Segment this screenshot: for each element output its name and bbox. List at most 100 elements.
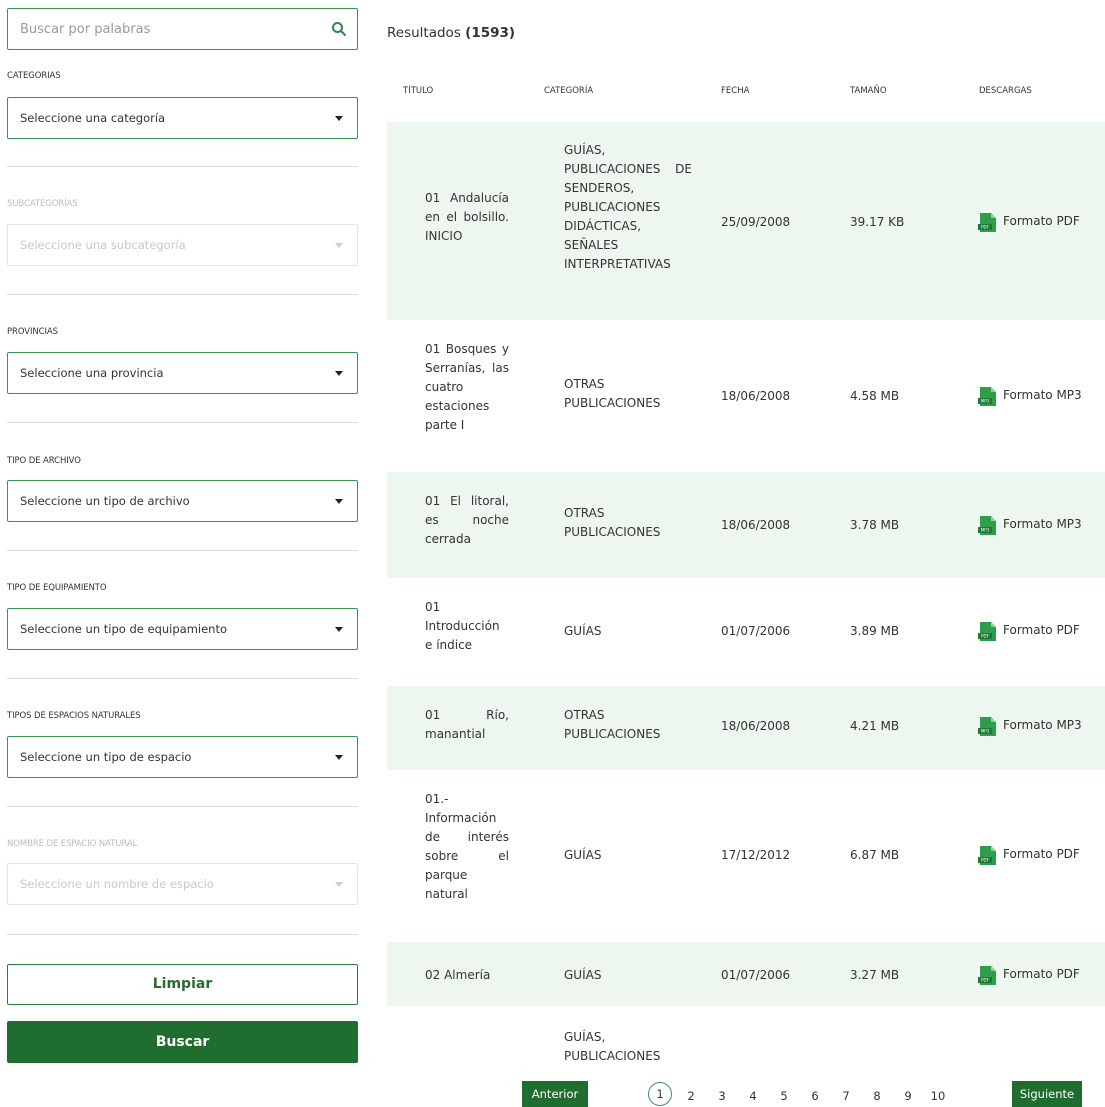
result-date: 01/07/2006 xyxy=(721,968,791,982)
svg-text:PDF: PDF xyxy=(981,634,989,639)
filter-label: TIPOS DE ESPACIOS NATURALES xyxy=(7,711,141,721)
subcategory-select: Seleccione una subcategoría xyxy=(7,224,358,266)
select-value: Seleccione una subcategoría xyxy=(20,238,186,252)
page-link[interactable]: 2 xyxy=(684,1089,698,1103)
page-link[interactable]: 3 xyxy=(715,1089,729,1103)
page-link[interactable]: 5 xyxy=(777,1089,791,1103)
clear-button[interactable]: Limpiar xyxy=(7,964,358,1005)
pdf-file-icon: PDF xyxy=(978,846,996,865)
select-value: Seleccione un nombre de espacio xyxy=(20,877,214,891)
svg-text:PDF: PDF xyxy=(981,858,989,863)
result-category: GUÍAS, PUBLICACIONES xyxy=(564,1030,661,1063)
select-value: Seleccione una categoría xyxy=(20,111,166,125)
table-row: GUÍAS, PUBLICACIONES xyxy=(387,1006,1105,1076)
download-link[interactable]: PDF Formato PDF xyxy=(978,620,1080,641)
download-link[interactable]: PDF Formato PDF xyxy=(978,844,1080,865)
filter-label: SUBCATEGORÍAS xyxy=(7,199,78,209)
result-title[interactable]: 01 Andalucía en el bolsillo. INICIO xyxy=(425,189,509,246)
filter-label: TIPO DE ARCHIVO xyxy=(7,456,81,466)
result-category: GUÍAS, PUBLICACIONES DE SENDEROS, PUBLIC… xyxy=(564,143,692,271)
page-link-current[interactable]: 1 xyxy=(648,1082,672,1106)
result-size: 4.58 MB xyxy=(850,389,900,403)
province-select[interactable]: Seleccione una provincia xyxy=(7,352,358,394)
page-link[interactable]: 10 xyxy=(929,1089,947,1103)
space-name-select: Seleccione un nombre de espacio xyxy=(7,863,358,905)
column-header-size[interactable]: TAMAÑO xyxy=(850,86,887,96)
filter-label: TIPO DE EQUIPAMIENTO xyxy=(7,583,107,593)
page-link[interactable]: 7 xyxy=(839,1089,853,1103)
select-value: Seleccione un tipo de equipamiento xyxy=(20,622,228,636)
column-header-category[interactable]: CATEGORÍA xyxy=(544,86,593,96)
download-link[interactable]: PDF Formato PDF xyxy=(978,964,1080,985)
divider xyxy=(7,806,358,807)
table-row: 01 Bosques y Serranías, las cuatro estac… xyxy=(387,320,1105,472)
page-link[interactable]: 8 xyxy=(870,1089,884,1103)
svg-text:MP3: MP3 xyxy=(981,528,990,533)
category-select[interactable]: Seleccione una categoría xyxy=(7,97,358,139)
column-header-title[interactable]: TÍTULO xyxy=(403,86,433,96)
result-title[interactable]: 01 Río, manantial xyxy=(425,706,509,744)
result-category: GUÍAS xyxy=(564,848,602,862)
download-link[interactable]: MP3 Formato MP3 xyxy=(978,715,1082,736)
result-size: 3.89 MB xyxy=(850,624,900,638)
result-title[interactable]: 01.- Información de interés sobre el par… xyxy=(425,790,509,904)
result-size: 39.17 KB xyxy=(850,215,905,229)
download-link[interactable]: PDF Formato PDF xyxy=(978,211,1080,232)
table-row: 01 El litoral, es noche cerrada OTRAS PU… xyxy=(387,472,1105,578)
results-label: Resultados xyxy=(387,25,461,41)
equipment-type-select[interactable]: Seleccione un tipo de equipamiento xyxy=(7,608,358,650)
column-header-downloads: DESCARGAS xyxy=(979,86,1032,96)
result-title[interactable]: 01 Bosques y Serranías, las cuatro estac… xyxy=(425,340,509,435)
search-icon[interactable] xyxy=(331,21,347,37)
page-link[interactable]: 4 xyxy=(746,1089,760,1103)
table-row: 01 Río, manantial OTRAS PUBLICACIONES 18… xyxy=(387,686,1105,770)
download-label: Formato MP3 xyxy=(1003,517,1082,531)
result-category: GUÍAS xyxy=(564,624,602,638)
select-value: Seleccione un tipo de espacio xyxy=(20,750,192,764)
result-category: OTRAS PUBLICACIONES xyxy=(564,708,661,741)
search-button[interactable]: Buscar xyxy=(7,1021,358,1063)
result-date: 25/09/2008 xyxy=(721,215,791,229)
result-date: 18/06/2008 xyxy=(721,518,791,532)
result-title[interactable]: 01 El litoral, es noche cerrada xyxy=(425,492,509,549)
space-type-select[interactable]: Seleccione un tipo de espacio xyxy=(7,736,358,778)
filter-label: CATEGORIAS xyxy=(7,71,61,81)
previous-page-button[interactable]: Anterior xyxy=(522,1081,588,1107)
result-title[interactable]: 02 Almería xyxy=(425,966,509,985)
result-size: 3.78 MB xyxy=(850,518,900,532)
page-link[interactable]: 9 xyxy=(901,1089,915,1103)
caret-down-icon xyxy=(335,371,343,376)
result-size: 3.27 MB xyxy=(850,968,900,982)
result-date: 18/06/2008 xyxy=(721,719,791,733)
filter-label: NOMBRE DE ESPACIO NATURAL xyxy=(7,839,138,849)
svg-text:PDF: PDF xyxy=(981,978,989,983)
divider xyxy=(7,294,358,295)
divider xyxy=(7,166,358,167)
results-count: Resultados (1593) xyxy=(387,25,515,41)
caret-down-icon xyxy=(335,243,343,248)
search-input[interactable] xyxy=(8,9,318,49)
column-header-date[interactable]: FECHA xyxy=(721,86,749,96)
select-value: Seleccione un tipo de archivo xyxy=(20,494,190,508)
svg-text:MP3: MP3 xyxy=(981,399,990,404)
page-link[interactable]: 6 xyxy=(808,1089,822,1103)
result-date: 18/06/2008 xyxy=(721,389,791,403)
download-link[interactable]: MP3 Formato MP3 xyxy=(978,514,1082,535)
caret-down-icon xyxy=(335,499,343,504)
download-label: Formato PDF xyxy=(1003,847,1080,861)
caret-down-icon xyxy=(335,116,343,121)
search-box xyxy=(7,8,358,50)
download-label: Formato MP3 xyxy=(1003,718,1082,732)
divider xyxy=(7,934,358,935)
file-type-select[interactable]: Seleccione un tipo de archivo xyxy=(7,480,358,522)
download-link[interactable]: MP3 Formato MP3 xyxy=(978,385,1082,406)
result-date: 17/12/2012 xyxy=(721,848,791,862)
divider xyxy=(7,422,358,423)
download-label: Formato MP3 xyxy=(1003,388,1082,402)
pdf-file-icon: PDF xyxy=(978,622,996,641)
divider xyxy=(7,550,358,551)
result-title[interactable]: 01 Introducción e índice xyxy=(425,598,509,655)
next-page-button[interactable]: Siguiente xyxy=(1012,1081,1082,1107)
svg-text:PDF: PDF xyxy=(981,225,989,230)
result-category: GUÍAS xyxy=(564,968,602,982)
